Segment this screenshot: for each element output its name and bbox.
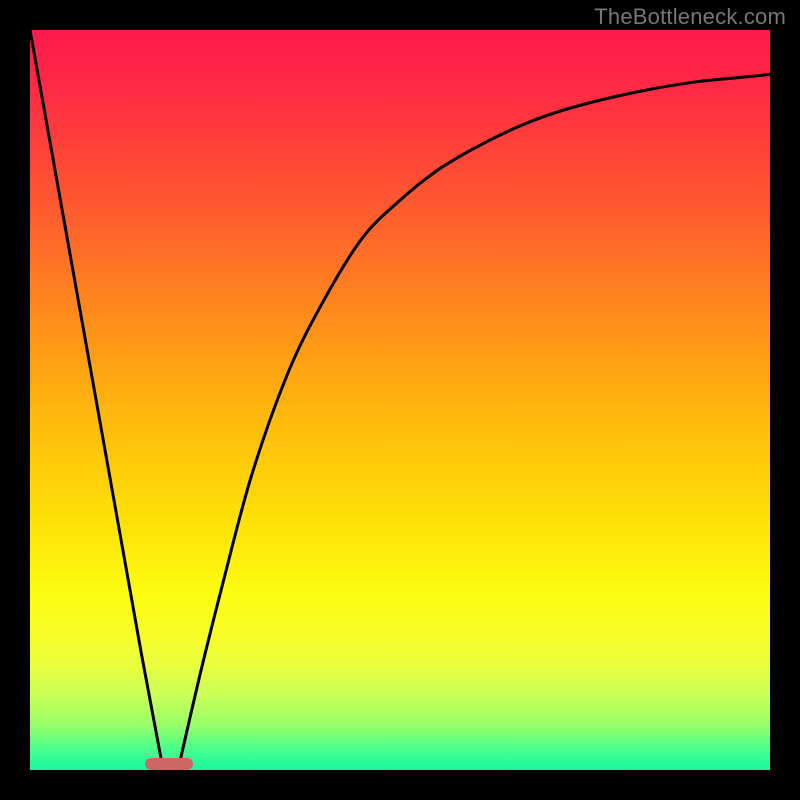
curve-svg bbox=[30, 30, 770, 770]
watermark-text: TheBottleneck.com bbox=[594, 4, 786, 30]
left-slope-line bbox=[30, 30, 163, 770]
plot-area bbox=[30, 30, 770, 770]
right-curve-line bbox=[178, 74, 770, 770]
chart-frame: TheBottleneck.com bbox=[0, 0, 800, 800]
bottleneck-marker bbox=[145, 758, 193, 770]
